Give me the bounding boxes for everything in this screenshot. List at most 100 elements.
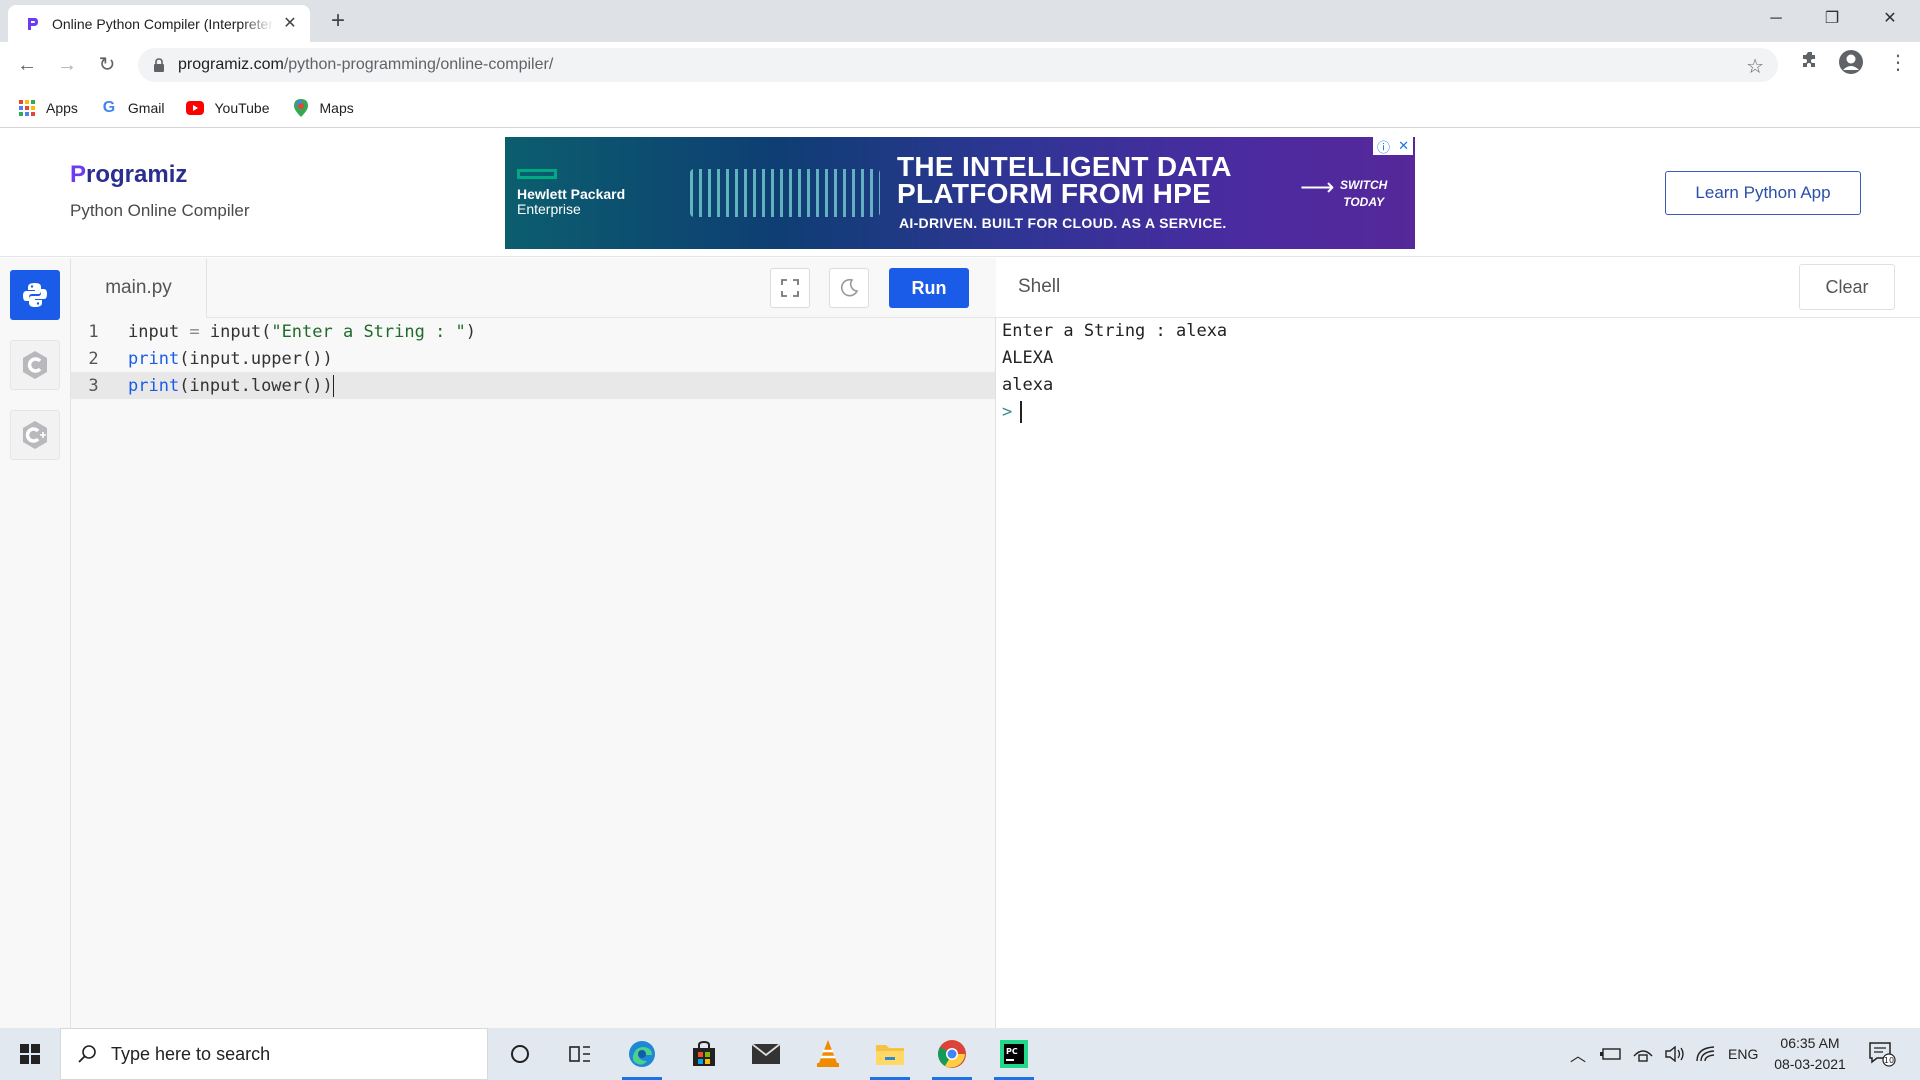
restore-button[interactable]: ❐ xyxy=(1804,0,1860,38)
bookmark-apps[interactable]: Apps xyxy=(18,99,78,117)
ad-tagline: AI-DRIVEN. BUILT FOR CLOUD. AS A SERVICE… xyxy=(899,215,1227,231)
notification-icon: 10 xyxy=(1869,1042,1896,1067)
vlc-app-button[interactable] xyxy=(800,1028,856,1080)
bookmarks-bar: Apps G Gmail YouTube Maps xyxy=(0,88,1920,128)
dark-mode-button[interactable] xyxy=(829,268,869,308)
vlc-cone-icon xyxy=(817,1040,839,1067)
bookmark-maps[interactable]: Maps xyxy=(292,98,354,117)
search-placeholder: Type here to search xyxy=(111,1043,271,1064)
windows-taskbar: Type here to search PC ︿ ENG 06:35 AM 08… xyxy=(0,1028,1920,1080)
code-text: input = input("Enter a String : ") xyxy=(128,322,476,342)
profile-avatar-icon[interactable] xyxy=(1838,49,1864,81)
cpp-logo-icon xyxy=(23,421,47,449)
notification-center-button[interactable]: 10 xyxy=(1868,1028,1896,1080)
forward-icon[interactable]: → xyxy=(52,50,82,80)
code-area[interactable]: 1 input = input("Enter a String : ") 2 p… xyxy=(71,318,995,399)
clock-time: 06:35 AM xyxy=(1780,1035,1840,1051)
fullscreen-button[interactable] xyxy=(770,268,810,308)
task-view-icon xyxy=(569,1046,590,1062)
chrome-app-button[interactable] xyxy=(924,1028,980,1080)
maps-icon xyxy=(292,98,310,117)
tab-close-icon[interactable]: ✕ xyxy=(280,14,300,34)
code-token: ) xyxy=(465,321,477,342)
apps-grid-icon xyxy=(18,99,36,117)
show-hidden-icons-chevron-icon[interactable]: ︿ xyxy=(1570,1042,1586,1066)
shell-panel: Shell Clear Enter a String : alexa ALEXA… xyxy=(996,258,1920,1028)
logo-initial: P xyxy=(70,161,87,188)
python-language-button[interactable] xyxy=(10,270,60,320)
mail-app-button[interactable] xyxy=(738,1028,794,1080)
shell-output[interactable]: Enter a String : alexa ALEXA alexa > xyxy=(1002,318,1227,426)
editor-header: main.py Run xyxy=(71,258,996,318)
shell-prompt-line[interactable]: > xyxy=(1002,399,1227,426)
site-header: Programiz Python Online Compiler Hewlett… xyxy=(0,129,1920,257)
file-explorer-button[interactable] xyxy=(862,1028,918,1080)
ad-info-icon[interactable]: ⓘ xyxy=(1377,137,1390,156)
bookmark-label: Gmail xyxy=(127,99,165,116)
ad-choices[interactable]: ⓘ ✕ xyxy=(1373,137,1413,155)
ad-headline: THE INTELLIGENT DATA PLATFORM FROM HPE xyxy=(897,151,1232,208)
store-app-button[interactable] xyxy=(676,1028,732,1080)
volume-icon[interactable] xyxy=(1664,1046,1686,1062)
code-text: print(input.upper()) xyxy=(128,349,333,369)
back-icon[interactable]: ← xyxy=(12,50,42,80)
new-tab-button[interactable]: + xyxy=(324,8,352,36)
ad-cta-line1: SWITCH xyxy=(1340,178,1388,192)
close-window-button[interactable]: ✕ xyxy=(1862,0,1918,38)
wifi-icon[interactable] xyxy=(1696,1046,1716,1062)
cortana-button[interactable] xyxy=(492,1028,548,1080)
address-bar[interactable]: programiz.com/python-programming/online-… xyxy=(138,48,1778,82)
code-line[interactable]: 2 print(input.upper()) xyxy=(71,345,995,372)
code-editor-panel: main.py Run 1 input = input("Enter a Str… xyxy=(71,258,996,1028)
run-button[interactable]: Run xyxy=(889,268,969,308)
extensions-icon[interactable] xyxy=(1800,50,1820,76)
battery-icon[interactable] xyxy=(1600,1047,1622,1061)
browser-menu-icon[interactable]: ⋮ xyxy=(1888,50,1908,75)
minimize-button[interactable]: ─ xyxy=(1748,0,1804,38)
language-sidebar xyxy=(0,258,71,1028)
svg-text:PC: PC xyxy=(1006,1047,1018,1056)
bookmark-star-icon[interactable]: ☆ xyxy=(1746,54,1764,79)
shell-title: Shell xyxy=(1018,276,1061,297)
bookmark-youtube[interactable]: YouTube xyxy=(186,99,270,117)
ad-cta-line2: TODAY xyxy=(1343,195,1385,209)
bookmark-gmail[interactable]: G Gmail xyxy=(100,99,165,117)
cpp-language-button[interactable] xyxy=(10,410,60,460)
network-icon[interactable] xyxy=(1632,1046,1654,1062)
folder-icon xyxy=(876,1045,904,1065)
file-tab-main[interactable]: main.py xyxy=(71,258,207,318)
code-token: input( xyxy=(209,321,272,342)
url-text: programiz.com/python-programming/online-… xyxy=(178,56,553,74)
task-view-button[interactable] xyxy=(552,1028,608,1080)
browser-toolbar: ← → ↻ programiz.com/python-programming/o… xyxy=(0,42,1920,88)
url-path: /python-programming/online-compiler/ xyxy=(283,56,554,73)
start-button[interactable] xyxy=(0,1028,60,1080)
output-line: alexa xyxy=(1002,375,1054,395)
programiz-favicon-icon xyxy=(28,17,38,30)
pycharm-app-button[interactable]: PC xyxy=(986,1028,1042,1080)
ad-headline-line1: THE INTELLIGENT DATA xyxy=(897,151,1232,182)
learn-python-app-button[interactable]: Learn Python App xyxy=(1665,171,1861,215)
ad-cta[interactable]: SWITCH TODAY xyxy=(1340,177,1387,211)
code-line[interactable]: 1 input = input("Enter a String : ") xyxy=(71,318,995,345)
clear-button[interactable]: Clear xyxy=(1799,264,1895,310)
text-cursor xyxy=(332,374,335,397)
system-tray: ︿ ENG xyxy=(1570,1028,1758,1080)
taskbar-clock[interactable]: 06:35 AM 08-03-2021 xyxy=(1770,1033,1850,1075)
browser-tab[interactable]: Online Python Compiler (Interpreter) ✕ xyxy=(8,5,310,42)
lock-icon xyxy=(154,58,164,72)
edge-app-button[interactable] xyxy=(614,1028,670,1080)
input-language[interactable]: ENG xyxy=(1728,1046,1758,1062)
advertisement-banner[interactable]: Hewlett Packard Enterprise THE INTELLIGE… xyxy=(505,137,1415,249)
shell-cursor xyxy=(1020,401,1022,423)
code-line-active[interactable]: 3 print(input.lower()) xyxy=(71,372,995,399)
taskbar-search-box[interactable]: Type here to search xyxy=(60,1028,488,1080)
logo-text: rogramiz xyxy=(86,161,188,188)
programiz-logo[interactable]: Programiz xyxy=(70,161,187,189)
youtube-icon xyxy=(186,99,205,117)
python-logo-icon xyxy=(23,283,47,307)
bookmark-label: Maps xyxy=(319,99,354,116)
reload-icon[interactable]: ↻ xyxy=(92,50,122,80)
ad-close-icon[interactable]: ✕ xyxy=(1398,138,1409,154)
c-language-button[interactable] xyxy=(10,340,60,390)
